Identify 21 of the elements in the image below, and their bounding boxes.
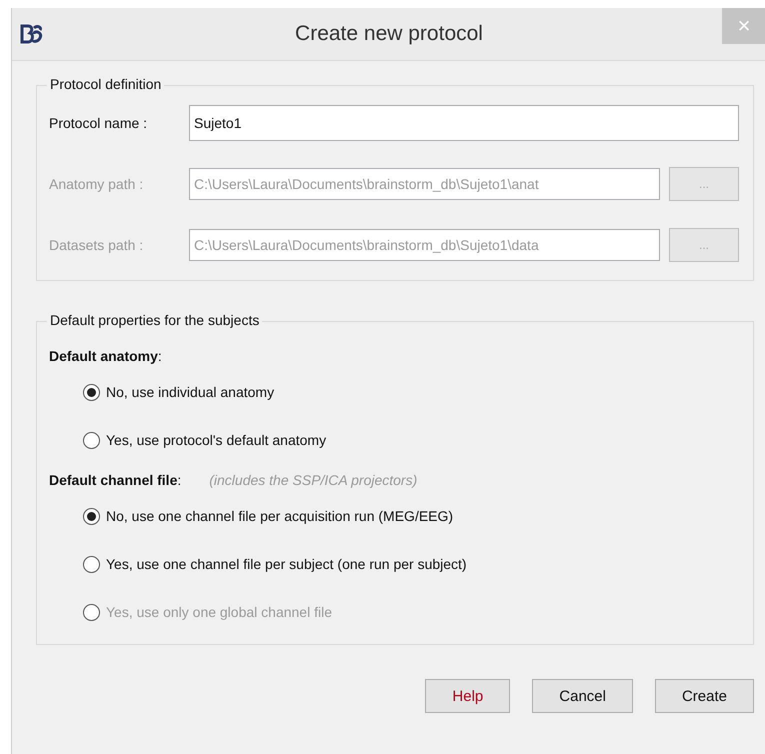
radio-option[interactable]: No, use individual anatomy: [83, 368, 739, 416]
section-note: (includes the SSP/ICA projectors): [209, 472, 418, 488]
field-label: Anatomy path :: [49, 176, 144, 192]
field-label: Datasets path :: [49, 237, 144, 253]
section-heading: Default channel file:: [49, 472, 182, 488]
radio-option[interactable]: Yes, use protocol's default anatomy: [83, 416, 739, 464]
radio-option[interactable]: No, use one channel file per acquisition run (MEG/EEG): [83, 492, 739, 540]
field-label: Protocol name :: [49, 115, 148, 131]
radio-button[interactable]: [83, 556, 100, 572]
radio-option[interactable]: Yes, use one channel file per subject (one run per subject): [83, 540, 739, 588]
group-title: Protocol definition: [47, 76, 164, 92]
section-heading: Default anatomy:: [49, 348, 162, 364]
dialog-button[interactable]: Help: [425, 679, 510, 713]
dialog-button[interactable]: Create: [654, 679, 754, 713]
radio-button[interactable]: [83, 508, 100, 524]
group-title: Default properties for the subjects: [47, 312, 262, 328]
dialog-button[interactable]: Cancel: [532, 679, 633, 713]
input-field[interactable]: Sujeto1: [189, 105, 739, 141]
window-title: Create new protocol: [294, 22, 484, 46]
radio-button[interactable]: [83, 432, 100, 448]
radio-button[interactable]: [83, 384, 100, 400]
